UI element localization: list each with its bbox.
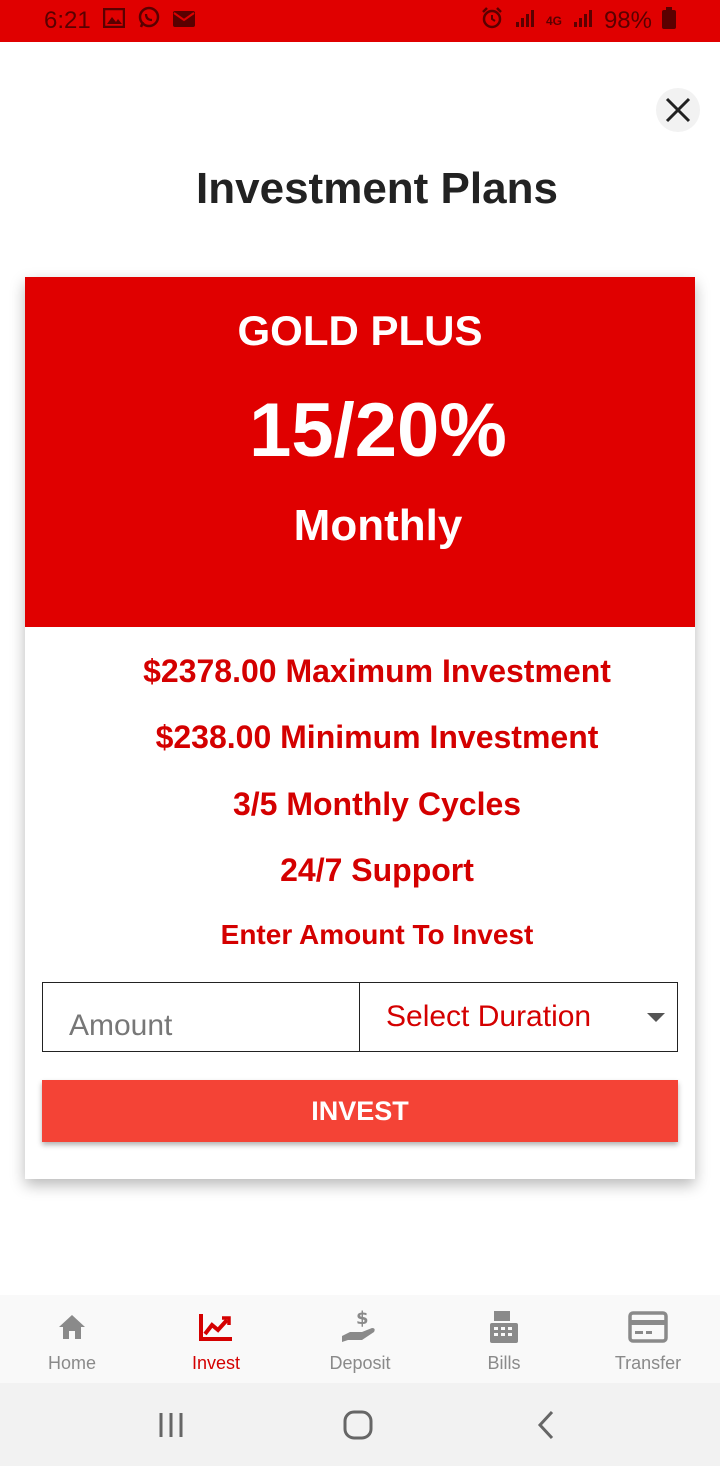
nav-label-invest: Invest [191,1353,241,1373]
recent-apps-icon [159,1413,183,1437]
plan-header: GOLD PLUS 15/20% Monthly [25,277,695,627]
signal-icon [514,7,536,35]
home-icon [52,1307,92,1347]
cash-register-icon [484,1307,524,1347]
nav-label-bills: Bills [487,1353,521,1373]
plan-rate: 15/20% [249,388,507,473]
mail-icon [172,7,195,35]
feature-min-investment: $238.00 Minimum Investment [155,719,599,755]
page-title: Investment Plans [196,164,558,213]
amount-input[interactable] [42,982,360,1052]
deposit-icon: $ [340,1307,380,1347]
status-bar: 6:21 4G 98% [0,0,720,42]
credit-card-icon [628,1307,668,1347]
status-time: 6:21 [44,7,91,34]
bottom-nav: Home Invest $ Deposit Bills Transfer [0,1295,720,1383]
plan-card: GOLD PLUS 15/20% Monthly $2378.00 Maximu… [25,277,695,1179]
nav-item-transfer[interactable]: Transfer [576,1295,720,1383]
plan-period: Monthly [293,501,463,550]
dropdown-caret-icon [647,1013,665,1022]
feature-cycles: 3/5 Monthly Cycles [232,786,522,822]
nav-label-home: Home [47,1353,96,1373]
plan-name: GOLD PLUS [237,307,483,354]
nav-label-transfer: Transfer [614,1353,682,1373]
enter-amount-label: Enter Amount To Invest [220,919,534,950]
feature-max-investment: $2378.00 Maximum Investment [143,653,611,689]
whatsapp-icon [137,6,161,37]
gallery-icon [102,7,125,35]
feature-support: 24/7 Support [280,852,474,888]
battery-icon [662,6,676,36]
chart-icon [196,1307,236,1347]
back-icon [537,1410,554,1440]
home-circle-icon [343,1410,373,1440]
home-button[interactable] [338,1407,378,1443]
nav-item-invest[interactable]: Invest [144,1295,288,1383]
duration-select[interactable]: Select Duration [360,982,678,1052]
close-button[interactable] [656,88,700,132]
back-button[interactable] [526,1407,566,1443]
recent-apps-button[interactable] [151,1407,191,1443]
network-type: 4G [545,14,562,28]
signal-icon-2 [572,7,594,35]
nav-label-deposit: Deposit [329,1353,391,1373]
alarm-icon [480,6,504,37]
invest-button[interactable]: INVEST [42,1080,678,1142]
system-nav-bar [0,1383,720,1466]
close-icon [665,97,691,123]
nav-item-bills[interactable]: Bills [432,1295,576,1383]
nav-item-deposit[interactable]: $ Deposit [288,1295,432,1383]
battery-percent: 98% [603,7,652,34]
nav-item-home[interactable]: Home [0,1295,144,1383]
svg-text:$: $ [356,1308,369,1329]
duration-selected-value: Select Duration [386,1000,592,1033]
